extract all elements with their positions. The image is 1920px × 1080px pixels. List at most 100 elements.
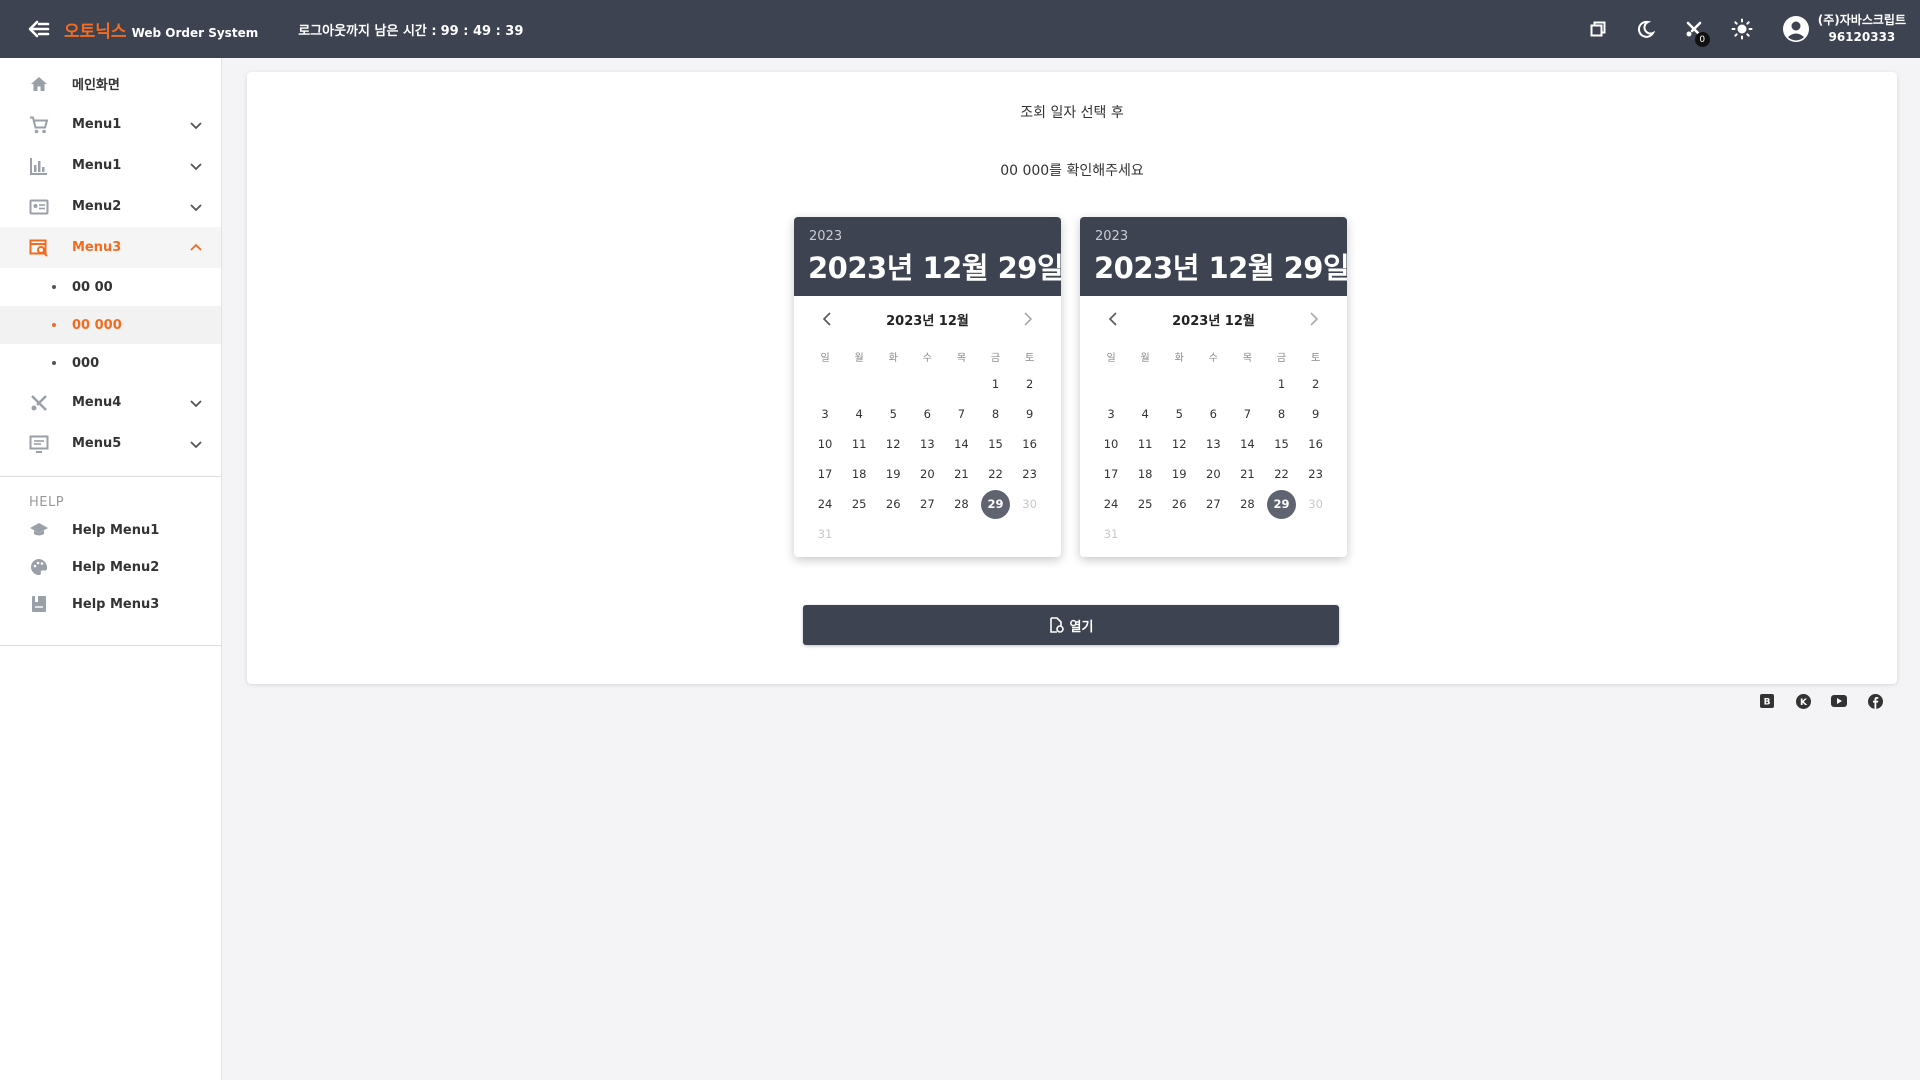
- open-button[interactable]: 열기: [803, 605, 1339, 645]
- date-picker-start[interactable]: 2023 2023년 12월 29일 2023년 12월 일월화수목금토1234…: [794, 217, 1061, 557]
- blog-icon[interactable]: B: [1758, 692, 1776, 710]
- sidebar-item-menu1-chart[interactable]: Menu1: [0, 145, 221, 186]
- calendar-day[interactable]: 21: [944, 459, 978, 489]
- sidebar-item-help1[interactable]: Help Menu1: [0, 512, 221, 549]
- calendar-day[interactable]: 10: [1094, 429, 1128, 459]
- calendar-day[interactable]: 11: [842, 429, 876, 459]
- calendar-day[interactable]: 24: [1094, 489, 1128, 519]
- calendar-day[interactable]: 13: [910, 429, 944, 459]
- calendar-week: 12: [1094, 369, 1333, 399]
- windows-icon[interactable]: [1584, 15, 1612, 43]
- calendar-day[interactable]: 10: [808, 429, 842, 459]
- weekday-label: 토: [1025, 353, 1035, 364]
- brand-logo[interactable]: 오토닉스 Web Order System: [64, 17, 258, 42]
- calendar-day[interactable]: 28: [944, 489, 978, 519]
- calendar-day[interactable]: 22: [1264, 459, 1298, 489]
- calendar-day[interactable]: 17: [808, 459, 842, 489]
- calendar-day[interactable]: 26: [876, 489, 910, 519]
- calendar-day[interactable]: 18: [842, 459, 876, 489]
- sidebar-subitem-2[interactable]: 00 000: [0, 306, 221, 344]
- calendar-day[interactable]: 4: [842, 399, 876, 429]
- calendar-day[interactable]: 27: [1196, 489, 1230, 519]
- calendar-day[interactable]: 12: [876, 429, 910, 459]
- calendar-day[interactable]: 28: [1230, 489, 1264, 519]
- calendar-day[interactable]: 14: [1230, 429, 1264, 459]
- calendar-day[interactable]: 22: [978, 459, 1012, 489]
- back-arrow-icon[interactable]: [26, 16, 52, 42]
- cart-icon: [30, 116, 49, 134]
- sidebar-subitem-3[interactable]: 000: [0, 344, 221, 382]
- calendar-day[interactable]: 6: [910, 399, 944, 429]
- calendar-day[interactable]: 15: [978, 429, 1012, 459]
- sidebar-item-menu4[interactable]: Menu4: [0, 382, 221, 423]
- chevron-right-icon[interactable]: [1018, 310, 1036, 328]
- sidebar-item-menu5[interactable]: Menu5: [0, 423, 221, 464]
- calendar-day[interactable]: 1: [978, 369, 1012, 399]
- calendar-day-selected[interactable]: 29: [1264, 489, 1298, 519]
- calendar-day[interactable]: 18: [1128, 459, 1162, 489]
- calendar-day[interactable]: 19: [1162, 459, 1196, 489]
- calendar-day[interactable]: 17: [1094, 459, 1128, 489]
- picker-year[interactable]: 2023: [1095, 229, 1128, 244]
- calendar-day-label: 25: [851, 497, 867, 511]
- calendar-day[interactable]: 9: [1299, 399, 1333, 429]
- calendar-day[interactable]: 6: [1196, 399, 1230, 429]
- youtube-icon[interactable]: [1830, 692, 1848, 710]
- calendar-day[interactable]: 16: [1299, 429, 1333, 459]
- sidebar-item-menu3[interactable]: Menu3: [0, 227, 221, 268]
- sidebar-item-help3[interactable]: Help Menu3: [0, 586, 221, 623]
- kakao-icon[interactable]: K: [1794, 692, 1812, 710]
- calendar-day[interactable]: 7: [944, 399, 978, 429]
- facebook-icon[interactable]: [1866, 692, 1884, 710]
- brightness-icon[interactable]: [1728, 15, 1756, 43]
- calendar-day[interactable]: 7: [1230, 399, 1264, 429]
- calendar-empty-cell: [1230, 519, 1264, 549]
- calendar-day[interactable]: 2: [1013, 369, 1047, 399]
- calendar-day[interactable]: 21: [1230, 459, 1264, 489]
- calendar-day[interactable]: 20: [1196, 459, 1230, 489]
- tools-icon[interactable]: 0: [1680, 15, 1710, 47]
- calendar-day[interactable]: 13: [1196, 429, 1230, 459]
- calendar-day[interactable]: 3: [808, 399, 842, 429]
- calendar-day-label: 14: [1240, 437, 1255, 451]
- sidebar-item-help2[interactable]: Help Menu2: [0, 549, 221, 586]
- month-navigation: 2023년 12월: [794, 296, 1061, 340]
- calendar-day[interactable]: 5: [1162, 399, 1196, 429]
- calendar-day-selected[interactable]: 29: [978, 489, 1012, 519]
- calendar-day[interactable]: 9: [1013, 399, 1047, 429]
- calendar-day[interactable]: 23: [1013, 459, 1047, 489]
- calendar-day[interactable]: 8: [978, 399, 1012, 429]
- calendar-day[interactable]: 15: [1264, 429, 1298, 459]
- calendar-day[interactable]: 27: [910, 489, 944, 519]
- calendar-day[interactable]: 8: [1264, 399, 1298, 429]
- calendar-day[interactable]: 2: [1299, 369, 1333, 399]
- calendar-day-label: 15: [988, 437, 1003, 451]
- calendar-day[interactable]: 14: [944, 429, 978, 459]
- calendar-day[interactable]: 24: [808, 489, 842, 519]
- calendar-day[interactable]: 11: [1128, 429, 1162, 459]
- chevron-right-icon[interactable]: [1304, 310, 1322, 328]
- calendar-day[interactable]: 25: [842, 489, 876, 519]
- calendar-day[interactable]: 19: [876, 459, 910, 489]
- calendar-day[interactable]: 23: [1299, 459, 1333, 489]
- user-menu[interactable]: (주)자바스크립트 96120333: [1782, 12, 1906, 46]
- picker-year[interactable]: 2023: [809, 229, 842, 244]
- sidebar-item-menu2[interactable]: Menu2: [0, 186, 221, 227]
- calendar-day[interactable]: 1: [1264, 369, 1298, 399]
- calendar-day[interactable]: 25: [1128, 489, 1162, 519]
- calendar-day[interactable]: 26: [1162, 489, 1196, 519]
- sidebar-subitem-1[interactable]: 00 00: [0, 268, 221, 306]
- calendar-day[interactable]: 12: [1162, 429, 1196, 459]
- sidebar-item-home[interactable]: 메인화면: [0, 63, 221, 104]
- calendar-day[interactable]: 16: [1013, 429, 1047, 459]
- calendar-empty-cell: [910, 519, 944, 549]
- calendar-grid: 일 월 화 수 목 금 토 1 2 3 4 5 6 7 8 9 10 11 12 13 14 15 16 17 18 19 20 21…: [808, 349, 1047, 549]
- calendar-day[interactable]: 5: [876, 399, 910, 429]
- calendar-day[interactable]: 3: [1094, 399, 1128, 429]
- calendar-day-label: 27: [1206, 497, 1221, 511]
- calendar-day[interactable]: 20: [910, 459, 944, 489]
- dark-mode-icon[interactable]: [1632, 15, 1660, 43]
- date-picker-end[interactable]: 2023 2023년 12월 29일 2023년 12월 일월화수목금토1234…: [1080, 217, 1347, 557]
- sidebar-item-menu1-cart[interactable]: Menu1: [0, 104, 221, 145]
- calendar-day[interactable]: 4: [1128, 399, 1162, 429]
